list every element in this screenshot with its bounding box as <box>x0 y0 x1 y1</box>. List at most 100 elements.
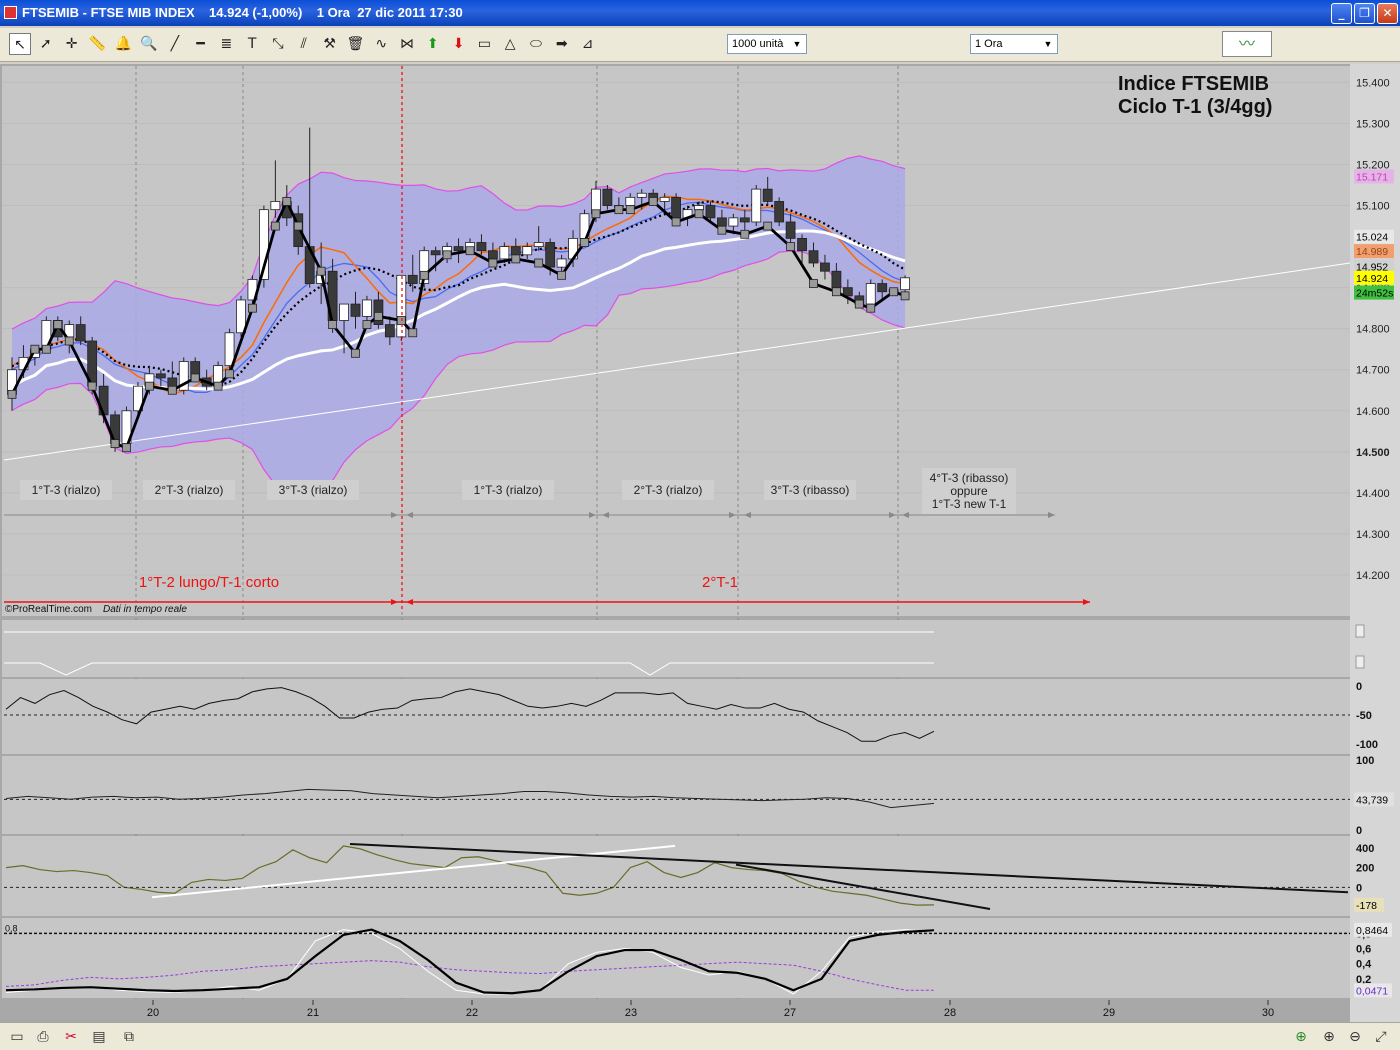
candle-down <box>797 237 807 252</box>
drawing-toolbar: ↖ ➚ ✛ 📏 🔔 🔍 ╱ ━ ≣ T ⤡ ⫽ ⚒ 🗑 ∿ ⋈ ⬆ ⬇ ▭ △ ⬭ ➡ ⊿ 1000 unità ▼ 1 O… <box>0 28 1400 62</box>
timeframe-select[interactable]: 1 Ora ▼ <box>970 34 1058 54</box>
price-tag: 24m52s <box>1356 288 1393 300</box>
indicators-icon[interactable]: 〰 <box>1222 31 1272 57</box>
candle-down <box>510 246 521 256</box>
zigzag-marker <box>167 385 177 395</box>
cut-icon[interactable]: ✂ <box>60 1027 82 1047</box>
chevron-down-icon: ▼ <box>1043 39 1053 49</box>
hammer-icon[interactable]: ⚒ <box>319 33 341 55</box>
copy-icon[interactable]: ⧉ <box>118 1027 140 1047</box>
zigzag-marker <box>225 369 234 379</box>
timeframe-select-value: 1 Ora <box>975 38 1003 50</box>
channel-icon[interactable]: ⫽ <box>293 33 315 55</box>
candle-up <box>556 258 567 268</box>
zigzag-marker <box>362 320 372 329</box>
zigzag-marker <box>614 205 624 215</box>
zoom-icon[interactable]: 🔍 <box>138 33 160 55</box>
candle-down <box>762 188 773 202</box>
cycle-label-last: oppure <box>950 484 988 498</box>
candle-up <box>522 246 533 256</box>
candle-down <box>808 250 819 264</box>
down-arrow-icon[interactable]: ⬇ <box>448 33 470 55</box>
zigzag-marker <box>419 270 429 280</box>
price-tick-label: 14.200 <box>1356 570 1390 582</box>
ruler-icon[interactable]: 📏 <box>86 33 108 55</box>
price-tick-label: 14.400 <box>1356 488 1390 500</box>
fit-icon[interactable]: ⤢ <box>1370 1027 1392 1047</box>
date-tick-label: 21 <box>307 1007 319 1019</box>
minimize-button[interactable]: _ <box>1331 3 1352 24</box>
cycle-label: 1°T-3 (rialzo) <box>32 483 101 497</box>
stochastic-tag: 0,0471 <box>1356 985 1388 997</box>
close-button[interactable]: ✕ <box>1377 3 1398 24</box>
price-tag: 14.924 <box>1356 273 1388 285</box>
panel-tick-label: 0 <box>1356 882 1362 894</box>
units-select[interactable]: 1000 unità ▼ <box>727 34 807 54</box>
zoom-out-icon[interactable]: ⊖ <box>1344 1027 1366 1047</box>
t1-label: 1°T-2 lungo/T-1 corto <box>139 574 279 591</box>
waves-icon[interactable]: ∿ <box>370 33 392 55</box>
units-select-value: 1000 unità <box>732 38 784 50</box>
gann-icon[interactable]: ⊿ <box>577 33 599 55</box>
zigzag-marker <box>408 328 418 338</box>
chart-area[interactable]: 15.40015.30015.20015.10014.90014.80014.7… <box>0 64 1400 1027</box>
zigzag-marker <box>316 266 326 276</box>
zigzag-marker <box>900 291 910 301</box>
cycle-label: 2°T-3 (rialzo) <box>155 483 224 497</box>
zigzag-marker <box>854 299 864 309</box>
candle-up <box>636 192 647 198</box>
candle-up <box>751 188 762 223</box>
cursor-icon[interactable]: ➚ <box>35 33 57 55</box>
candle-down <box>453 246 464 252</box>
zigzag-marker <box>832 287 841 297</box>
zigzag-marker <box>190 373 200 383</box>
zigzag-marker <box>671 217 681 227</box>
right-arrow-icon[interactable]: ➡ <box>551 33 573 55</box>
zigzag-marker <box>465 246 475 256</box>
candle-down <box>384 324 395 338</box>
candle-down <box>717 217 727 227</box>
text-icon[interactable]: T <box>241 33 263 55</box>
crosshair-icon[interactable]: ✛ <box>61 33 83 55</box>
maximize-button[interactable]: ❐ <box>1354 3 1375 24</box>
new-window-icon[interactable]: ▭ <box>6 1027 28 1047</box>
volume-panel-bg <box>2 620 1350 677</box>
panel-tick-label: -50 <box>1356 710 1372 722</box>
fibonacci-icon[interactable]: ≣ <box>215 33 237 55</box>
zigzag-marker <box>534 258 544 268</box>
arrows-icon[interactable]: ⤡ <box>267 33 289 55</box>
alarm-icon[interactable]: 🔔 <box>112 33 134 55</box>
add-indicator-icon[interactable]: ⊕ <box>1290 1027 1312 1047</box>
trendline-icon[interactable]: ╱ <box>164 33 186 55</box>
print-icon[interactable]: ⎙ <box>32 1027 54 1047</box>
zigzag-marker <box>64 336 74 346</box>
pointer-icon[interactable]: ↖ <box>9 33 31 55</box>
zigzag-marker <box>511 254 521 264</box>
chevron-down-icon: ▼ <box>792 39 802 49</box>
zigzag-marker <box>786 242 795 251</box>
zoom-in-icon[interactable]: ⊕ <box>1318 1027 1340 1047</box>
volume-tag <box>1355 655 1365 669</box>
zigzag-marker <box>809 279 818 288</box>
ellipse-icon[interactable]: ⬭ <box>525 33 547 55</box>
candle-down <box>487 250 498 260</box>
price-chart-svg[interactable]: 15.40015.30015.20015.10014.90014.80014.7… <box>0 64 1400 1022</box>
candle-down <box>602 188 613 206</box>
candle-down <box>774 201 785 223</box>
price-tick-label: 14.300 <box>1356 529 1390 541</box>
candle-down <box>430 250 441 256</box>
zigzag-marker <box>351 348 360 358</box>
zigzag-marker <box>591 209 601 219</box>
candle-down <box>842 287 853 297</box>
panel-tick-label: 0,6 <box>1356 944 1371 956</box>
price-tick-label: 15.100 <box>1356 201 1390 213</box>
up-arrow-icon[interactable]: ⬆ <box>422 33 444 55</box>
triangle-icon[interactable]: △ <box>499 33 521 55</box>
trash-icon[interactable]: 🗑 <box>344 33 366 55</box>
zigzag-marker <box>580 238 589 247</box>
cycle-label: 3°T-3 (rialzo) <box>279 483 348 497</box>
clipboard-icon[interactable]: ▤ <box>88 1027 110 1047</box>
rectangle-icon[interactable]: ▭ <box>473 33 495 55</box>
hline-icon[interactable]: ━ <box>190 33 212 55</box>
triangle-pattern-icon[interactable]: ⋈ <box>396 33 418 55</box>
